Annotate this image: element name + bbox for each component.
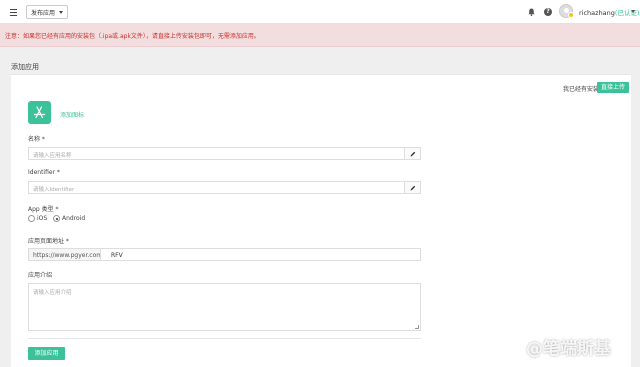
add-app-button[interactable]: 添加应用	[28, 347, 65, 360]
pencil-icon	[410, 151, 415, 156]
pencil-icon	[410, 185, 415, 190]
direct-upload-button[interactable]: 直接上传	[596, 82, 629, 93]
help-icon[interactable]: ?	[544, 8, 552, 16]
publish-app-label: 发布应用	[31, 9, 56, 17]
radio-ios-label: iOS	[37, 215, 48, 222]
identifier-input[interactable]: 请输入Identifier	[28, 181, 421, 194]
user-menu-chevron-icon[interactable]	[631, 10, 635, 13]
top-navbar: 发布应用 ? richazhang(已认证)	[0, 0, 640, 24]
resize-handle-icon[interactable]	[415, 325, 419, 329]
app-icon-placeholder[interactable]	[28, 101, 51, 124]
name-placeholder: 请输入应用名称	[33, 153, 72, 159]
page-title: 添加应用	[11, 63, 39, 71]
name-input[interactable]: 请输入应用名称	[28, 147, 421, 160]
intro-label: 应用介绍	[28, 272, 53, 279]
divider	[28, 338, 421, 339]
identifier-label: Identifier *	[28, 169, 60, 176]
username: richazhang	[579, 9, 615, 17]
app-store-icon	[33, 106, 46, 119]
publish-app-dropdown[interactable]: 发布应用	[26, 5, 68, 19]
url-prefix: https://www.pgyer.com/	[28, 248, 104, 261]
add-icon-link[interactable]: 添加图标	[60, 110, 84, 119]
radio-android-label: Android	[62, 215, 86, 222]
url-value: RFV	[111, 252, 123, 259]
radio-ios[interactable]	[28, 215, 35, 222]
radio-android[interactable]	[53, 215, 60, 222]
verified-badge-icon	[568, 12, 574, 18]
intro-placeholder: 请输入应用介绍	[33, 290, 72, 296]
name-edit-button[interactable]	[404, 147, 421, 160]
url-label: 应用页面地址 *	[28, 238, 69, 245]
identifier-placeholder: 请输入Identifier	[33, 187, 75, 193]
notice-banner: 注意：如果您已经有应用的安装包（.ipa或.apk文件），请直接上传安装包即可，…	[0, 24, 640, 47]
certified-status: (已认证)	[614, 9, 640, 17]
chevron-down-icon	[59, 11, 63, 14]
hamburger-menu-icon[interactable]	[9, 7, 19, 17]
url-input[interactable]: RFV	[100, 248, 421, 261]
intro-textarea[interactable]: 请输入应用介绍	[28, 283, 421, 331]
app-type-label: App 类型 *	[28, 206, 59, 213]
notice-text: 注意：如果您已经有应用的安装包（.ipa或.apk文件），请直接上传安装包即可，…	[5, 33, 260, 40]
identifier-edit-button[interactable]	[404, 181, 421, 194]
name-label: 名称 *	[28, 136, 45, 143]
watermark: @笔端斯基	[526, 339, 611, 359]
add-app-form-card: 我已经有安装包 直接上传 添加图标 名称 * 请输入应用名称 Identifie…	[11, 74, 631, 367]
bell-icon[interactable]	[528, 8, 535, 16]
